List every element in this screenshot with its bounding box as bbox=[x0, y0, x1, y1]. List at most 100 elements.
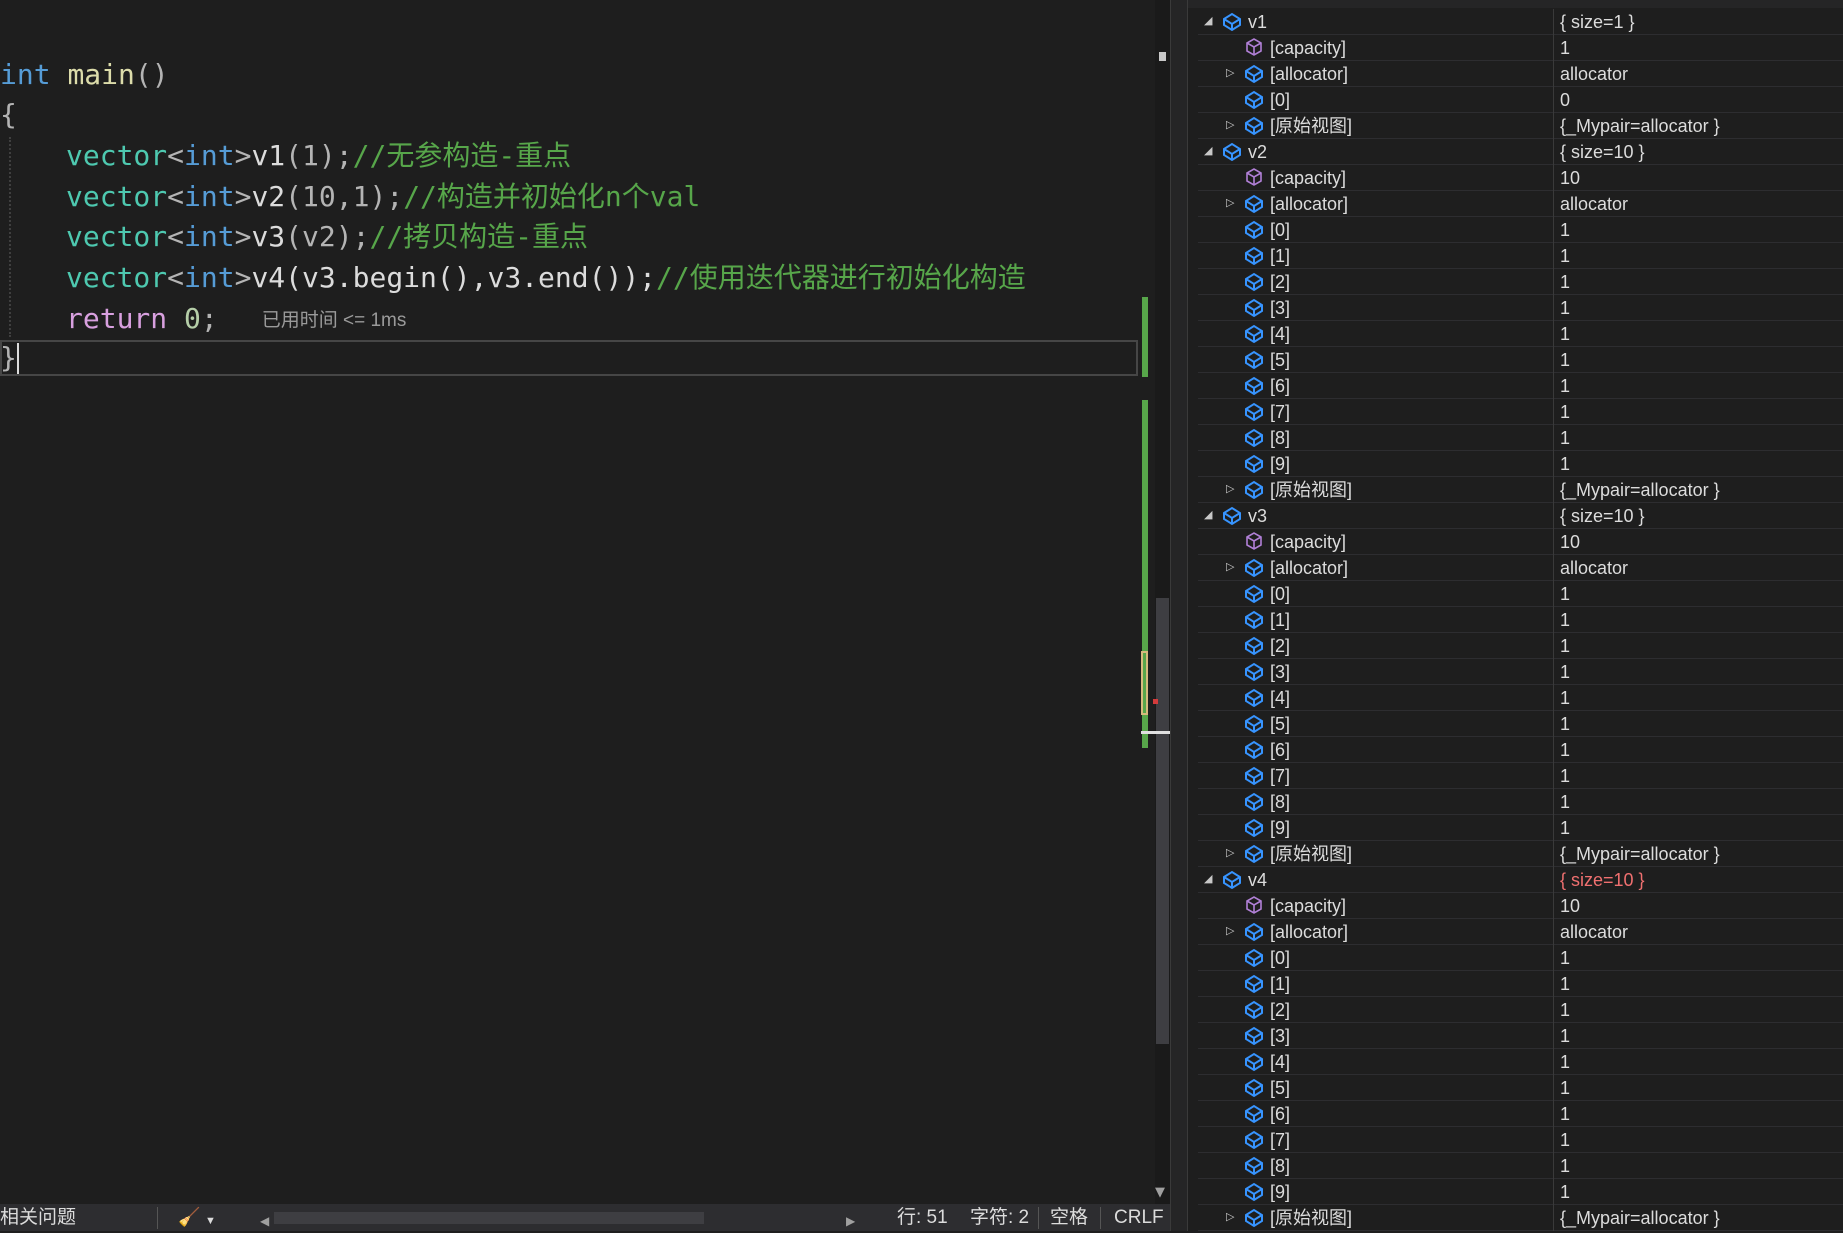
watch-value[interactable]: 1 bbox=[1560, 818, 1570, 838]
code-line-close-brace[interactable]: } bbox=[0, 337, 17, 378]
watch-value[interactable]: 0 bbox=[1560, 90, 1570, 110]
watch-value[interactable]: 1 bbox=[1560, 454, 1570, 474]
whitespace-mode-indicator[interactable]: 空格 bbox=[1050, 1206, 1088, 1229]
watch-value[interactable]: 1 bbox=[1560, 1026, 1570, 1046]
watch-value[interactable]: 1 bbox=[1560, 740, 1570, 760]
watch-value[interactable]: 10 bbox=[1560, 896, 1580, 916]
watch-row-member[interactable]: [2] 1 bbox=[1198, 269, 1843, 295]
watch-value[interactable]: 1 bbox=[1560, 792, 1570, 812]
collapsed-triangle-icon[interactable]: ▷ bbox=[1226, 924, 1234, 937]
watch-value[interactable]: 1 bbox=[1560, 376, 1570, 396]
scroll-right-arrow-icon[interactable]: ▶ bbox=[846, 1210, 855, 1233]
watch-row-member[interactable]: [0] 1 bbox=[1198, 581, 1843, 607]
watch-value[interactable]: 1 bbox=[1560, 1104, 1570, 1124]
watch-row-variable[interactable]: ◢ v1 { size=1 } bbox=[1198, 9, 1843, 35]
watch-value[interactable]: { size=10 } bbox=[1560, 506, 1645, 526]
watch-row-member[interactable]: [9] 1 bbox=[1198, 1179, 1843, 1205]
watch-value[interactable]: { size=10 } bbox=[1560, 870, 1645, 890]
watch-row-member[interactable]: [3] 1 bbox=[1198, 295, 1843, 321]
watch-value[interactable]: allocator bbox=[1560, 194, 1628, 214]
watch-value[interactable]: 1 bbox=[1560, 298, 1570, 318]
code-line-main-signature[interactable]: int main() bbox=[0, 54, 169, 95]
collapsed-triangle-icon[interactable]: ▷ bbox=[1226, 1210, 1234, 1223]
watch-value[interactable]: 1 bbox=[1560, 38, 1570, 58]
watch-value[interactable]: 1 bbox=[1560, 766, 1570, 786]
collapsed-triangle-icon[interactable]: ▷ bbox=[1226, 560, 1234, 573]
code-line-open-brace[interactable]: { bbox=[0, 94, 17, 135]
watch-row-member[interactable]: [5] 1 bbox=[1198, 1075, 1843, 1101]
watch-row-member[interactable]: ▷ [原始视图] {_Mypair=allocator } bbox=[1198, 477, 1843, 503]
watch-value[interactable]: 1 bbox=[1560, 714, 1570, 734]
watch-row-member[interactable]: [8] 1 bbox=[1198, 425, 1843, 451]
watch-row-member[interactable]: [6] 1 bbox=[1198, 1101, 1843, 1127]
watch-value[interactable]: {_Mypair=allocator } bbox=[1560, 844, 1720, 864]
watch-row-member[interactable]: [0] 0 bbox=[1198, 87, 1843, 113]
watch-row-member[interactable]: ▷ [原始视图] {_Mypair=allocator } bbox=[1198, 1205, 1843, 1231]
watch-row-member[interactable]: ▷ [allocator] allocator bbox=[1198, 191, 1843, 217]
watch-value[interactable]: allocator bbox=[1560, 922, 1628, 942]
watch-row-member[interactable]: [7] 1 bbox=[1198, 1127, 1843, 1153]
watch-row-member[interactable]: [5] 1 bbox=[1198, 711, 1843, 737]
watch-value[interactable]: 10 bbox=[1560, 168, 1580, 188]
collapsed-triangle-icon[interactable]: ▷ bbox=[1226, 482, 1234, 495]
watch-value[interactable]: 1 bbox=[1560, 974, 1570, 994]
watch-value[interactable]: 1 bbox=[1560, 610, 1570, 630]
watch-row-member[interactable]: [4] 1 bbox=[1198, 1049, 1843, 1075]
watch-row-member[interactable]: [1] 1 bbox=[1198, 971, 1843, 997]
collapsed-triangle-icon[interactable]: ▷ bbox=[1226, 846, 1234, 859]
watch-row-member[interactable]: [2] 1 bbox=[1198, 997, 1843, 1023]
watch-value[interactable]: 1 bbox=[1560, 324, 1570, 344]
code-line-return[interactable]: return 0; 已用时间 <= 1ms bbox=[66, 298, 406, 339]
watch-row-member[interactable]: [0] 1 bbox=[1198, 217, 1843, 243]
expanded-triangle-icon[interactable]: ◢ bbox=[1204, 872, 1212, 885]
horizontal-scrollbar-thumb[interactable] bbox=[274, 1212, 704, 1224]
watch-row-variable[interactable]: ◢ v4 { size=10 } bbox=[1198, 867, 1843, 893]
watch-row-member[interactable]: [1] 1 bbox=[1198, 243, 1843, 269]
watch-value[interactable]: 1 bbox=[1560, 350, 1570, 370]
code-editor[interactable]: int main() { vector<int>v1(1);//无参构造-重点 … bbox=[0, 0, 1141, 1204]
watch-value[interactable]: allocator bbox=[1560, 64, 1628, 84]
watch-row-member[interactable]: [capacity] 1 bbox=[1198, 35, 1843, 61]
watch-row-member[interactable]: [0] 1 bbox=[1198, 945, 1843, 971]
watch-value[interactable]: { size=1 } bbox=[1560, 12, 1635, 32]
watch-value[interactable]: 10 bbox=[1560, 532, 1580, 552]
watch-row-member[interactable]: [8] 1 bbox=[1198, 789, 1843, 815]
watch-row-member[interactable]: [3] 1 bbox=[1198, 659, 1843, 685]
collapsed-triangle-icon[interactable]: ▷ bbox=[1226, 196, 1234, 209]
watch-row-member[interactable]: [4] 1 bbox=[1198, 321, 1843, 347]
watch-row-member[interactable]: [6] 1 bbox=[1198, 373, 1843, 399]
line-ending-indicator[interactable]: CRLF bbox=[1114, 1206, 1164, 1229]
collapsed-triangle-icon[interactable]: ▷ bbox=[1226, 66, 1234, 79]
watch-row-variable[interactable]: ◢ v2 { size=10 } bbox=[1198, 139, 1843, 165]
watch-row-variable[interactable]: ◢ v3 { size=10 } bbox=[1198, 503, 1843, 529]
watch-row-member[interactable]: [capacity] 10 bbox=[1198, 529, 1843, 555]
watch-row-member[interactable]: [2] 1 bbox=[1198, 633, 1843, 659]
editor-vertical-scrollbar[interactable]: ▼ bbox=[1141, 0, 1170, 1204]
watch-row-member[interactable]: [3] 1 bbox=[1198, 1023, 1843, 1049]
watch-row-member[interactable]: ▷ [原始视图] {_Mypair=allocator } bbox=[1198, 113, 1843, 139]
watch-value[interactable]: allocator bbox=[1560, 558, 1628, 578]
collapsed-triangle-icon[interactable]: ▷ bbox=[1226, 118, 1234, 131]
expanded-triangle-icon[interactable]: ◢ bbox=[1204, 508, 1212, 521]
watch-row-member[interactable]: ▷ [allocator] allocator bbox=[1198, 919, 1843, 945]
code-line-v4[interactable]: vector<int>v4(v3.begin(),v3.end());//使用迭… bbox=[66, 257, 1026, 298]
char-position-indicator[interactable]: 字符: 2 bbox=[970, 1206, 1029, 1229]
watch-row-member[interactable]: [6] 1 bbox=[1198, 737, 1843, 763]
code-line-v3[interactable]: vector<int>v3(v2);//拷贝构造-重点 bbox=[66, 216, 588, 257]
chevron-down-icon[interactable]: ▼ bbox=[205, 1210, 216, 1233]
scroll-down-arrow-icon[interactable]: ▼ bbox=[1155, 1185, 1165, 1200]
panel-splitter[interactable] bbox=[1170, 0, 1188, 1231]
watch-value[interactable]: {_Mypair=allocator } bbox=[1560, 1208, 1720, 1228]
scroll-left-arrow-icon[interactable]: ◀ bbox=[260, 1210, 269, 1233]
watch-row-member[interactable]: ▷ [原始视图] {_Mypair=allocator } bbox=[1198, 841, 1843, 867]
watch-value[interactable]: 1 bbox=[1560, 1182, 1570, 1202]
watch-value[interactable]: 1 bbox=[1560, 584, 1570, 604]
watch-value[interactable]: 1 bbox=[1560, 1000, 1570, 1020]
watch-value[interactable]: { size=10 } bbox=[1560, 142, 1645, 162]
code-line-v2[interactable]: vector<int>v2(10,1);//构造并初始化n个val bbox=[66, 176, 700, 217]
line-number-indicator[interactable]: 行: 51 bbox=[897, 1206, 948, 1229]
watch-row-member[interactable]: [9] 1 bbox=[1198, 815, 1843, 841]
watch-row-member[interactable]: [7] 1 bbox=[1198, 399, 1843, 425]
watch-row-member[interactable]: [capacity] 10 bbox=[1198, 165, 1843, 191]
watch-value[interactable]: 1 bbox=[1560, 402, 1570, 422]
